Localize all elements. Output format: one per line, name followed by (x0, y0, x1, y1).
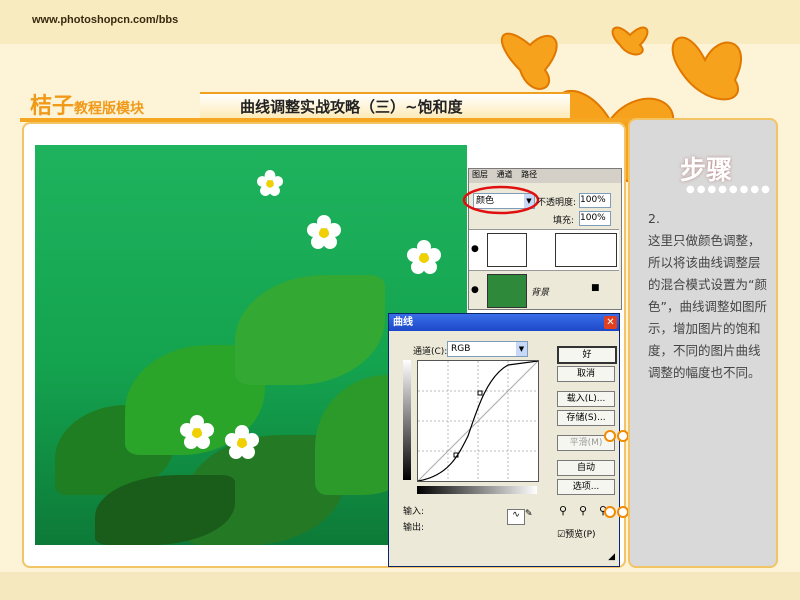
preview-label: 预览(P) (565, 530, 596, 540)
fill-value: 100% (580, 213, 606, 223)
layer-mask-thumbnail (555, 233, 617, 267)
chevron-down-icon: ▼ (516, 342, 527, 356)
load-button[interactable]: 载入(L)... (557, 391, 615, 407)
preview-checkbox[interactable]: ☑预览(P) (557, 527, 596, 540)
step-dots: ●●●●●●●● (686, 184, 772, 195)
cancel-button[interactable]: 取消 (557, 366, 615, 382)
output-gradient-bar (403, 360, 411, 480)
curve-graph[interactable] (417, 360, 539, 482)
auto-button[interactable]: 自动 (557, 460, 615, 476)
page-title: 曲线调整实战攻略（三）~饱和度 (240, 98, 463, 116)
brand-sub: 教程版模块 (74, 101, 145, 117)
flower-icon (407, 240, 441, 274)
site-url[interactable]: www.photoshopcn.com/bbs (32, 14, 178, 26)
close-icon[interactable]: ✕ (604, 316, 617, 329)
curves-title: 曲线 (393, 317, 413, 328)
options-button[interactable]: 选项... (557, 479, 615, 495)
pencil-tool-icon[interactable]: ✎ (525, 509, 535, 523)
save-button[interactable]: 存储(S)... (557, 410, 615, 426)
lock-icon: ■ (591, 283, 600, 293)
brand-logo: 桔子教程版模块 (30, 88, 144, 120)
curve-tool-icon[interactable]: ∿ (507, 509, 525, 525)
background-thumbnail (487, 274, 527, 308)
flower-icon (307, 215, 341, 249)
flower-icon (257, 170, 283, 196)
input-gradient-bar (417, 486, 537, 494)
opacity-value: 100% (580, 195, 606, 205)
layers-panel: 图层 通道 路径 颜色 ▼ 不透明度: 100% 填充: 100% ● ● 背景 … (462, 168, 622, 310)
fill-label: 填充: (553, 216, 575, 226)
tab-layers[interactable]: 图层 (469, 170, 491, 179)
input-label: 输入: (403, 507, 425, 517)
fill-field[interactable]: 100% (579, 211, 611, 226)
tab-paths[interactable]: 路径 (518, 170, 540, 179)
channel-select[interactable]: RGB ▼ (447, 341, 528, 357)
eye-icon[interactable]: ● (471, 244, 479, 254)
flower-icon (180, 415, 214, 449)
curves-thumbnail (487, 233, 527, 267)
highlight-circle-icon (462, 185, 540, 215)
eyedropper-black-icon[interactable]: ⚲ (559, 504, 567, 517)
eye-icon[interactable]: ● (471, 285, 479, 295)
eyedropper-gray-icon[interactable]: ⚲ (579, 504, 587, 517)
channel-value: RGB (451, 344, 471, 354)
opacity-field[interactable]: 100% (579, 193, 611, 208)
step-number: 2. (648, 211, 660, 226)
step-description: 2. 这里只做颜色调整，所以将该曲线调整层的混合模式设置为“颜色”，曲线调整如图所… (648, 208, 770, 384)
layers-panel-tabs: 图层 通道 路径 (469, 169, 621, 183)
layer-row-curves[interactable]: ● (469, 229, 619, 270)
output-label: 输出: (403, 523, 425, 533)
resize-grip-icon[interactable]: ◢ (608, 552, 615, 562)
layer-row-background[interactable]: ● 背景 ■ (469, 270, 619, 309)
bottom-strip (0, 572, 800, 600)
curves-dialog: 曲线 ✕ 通道(C): RGB ▼ 输入: 输出: ∿ ✎ 好 取消 载入(L)..… (388, 313, 620, 567)
brand-main: 桔子 (30, 94, 75, 119)
checkbox-checked-icon: ☑ (557, 530, 566, 540)
opacity-label: 不透明度: (537, 198, 577, 208)
step-body: 这里只做颜色调整，所以将该曲线调整层的混合模式设置为“颜色”，曲线调整如图所示，… (648, 233, 767, 380)
background-layer-name: 背景 (531, 288, 550, 298)
tab-channels[interactable]: 通道 (494, 170, 516, 179)
steps-badge: 步骤 (680, 156, 733, 186)
curves-titlebar: 曲线 ✕ (389, 314, 619, 331)
channel-label: 通道(C): (413, 347, 448, 357)
flower-icon (225, 425, 259, 459)
ok-button[interactable]: 好 (557, 346, 617, 364)
